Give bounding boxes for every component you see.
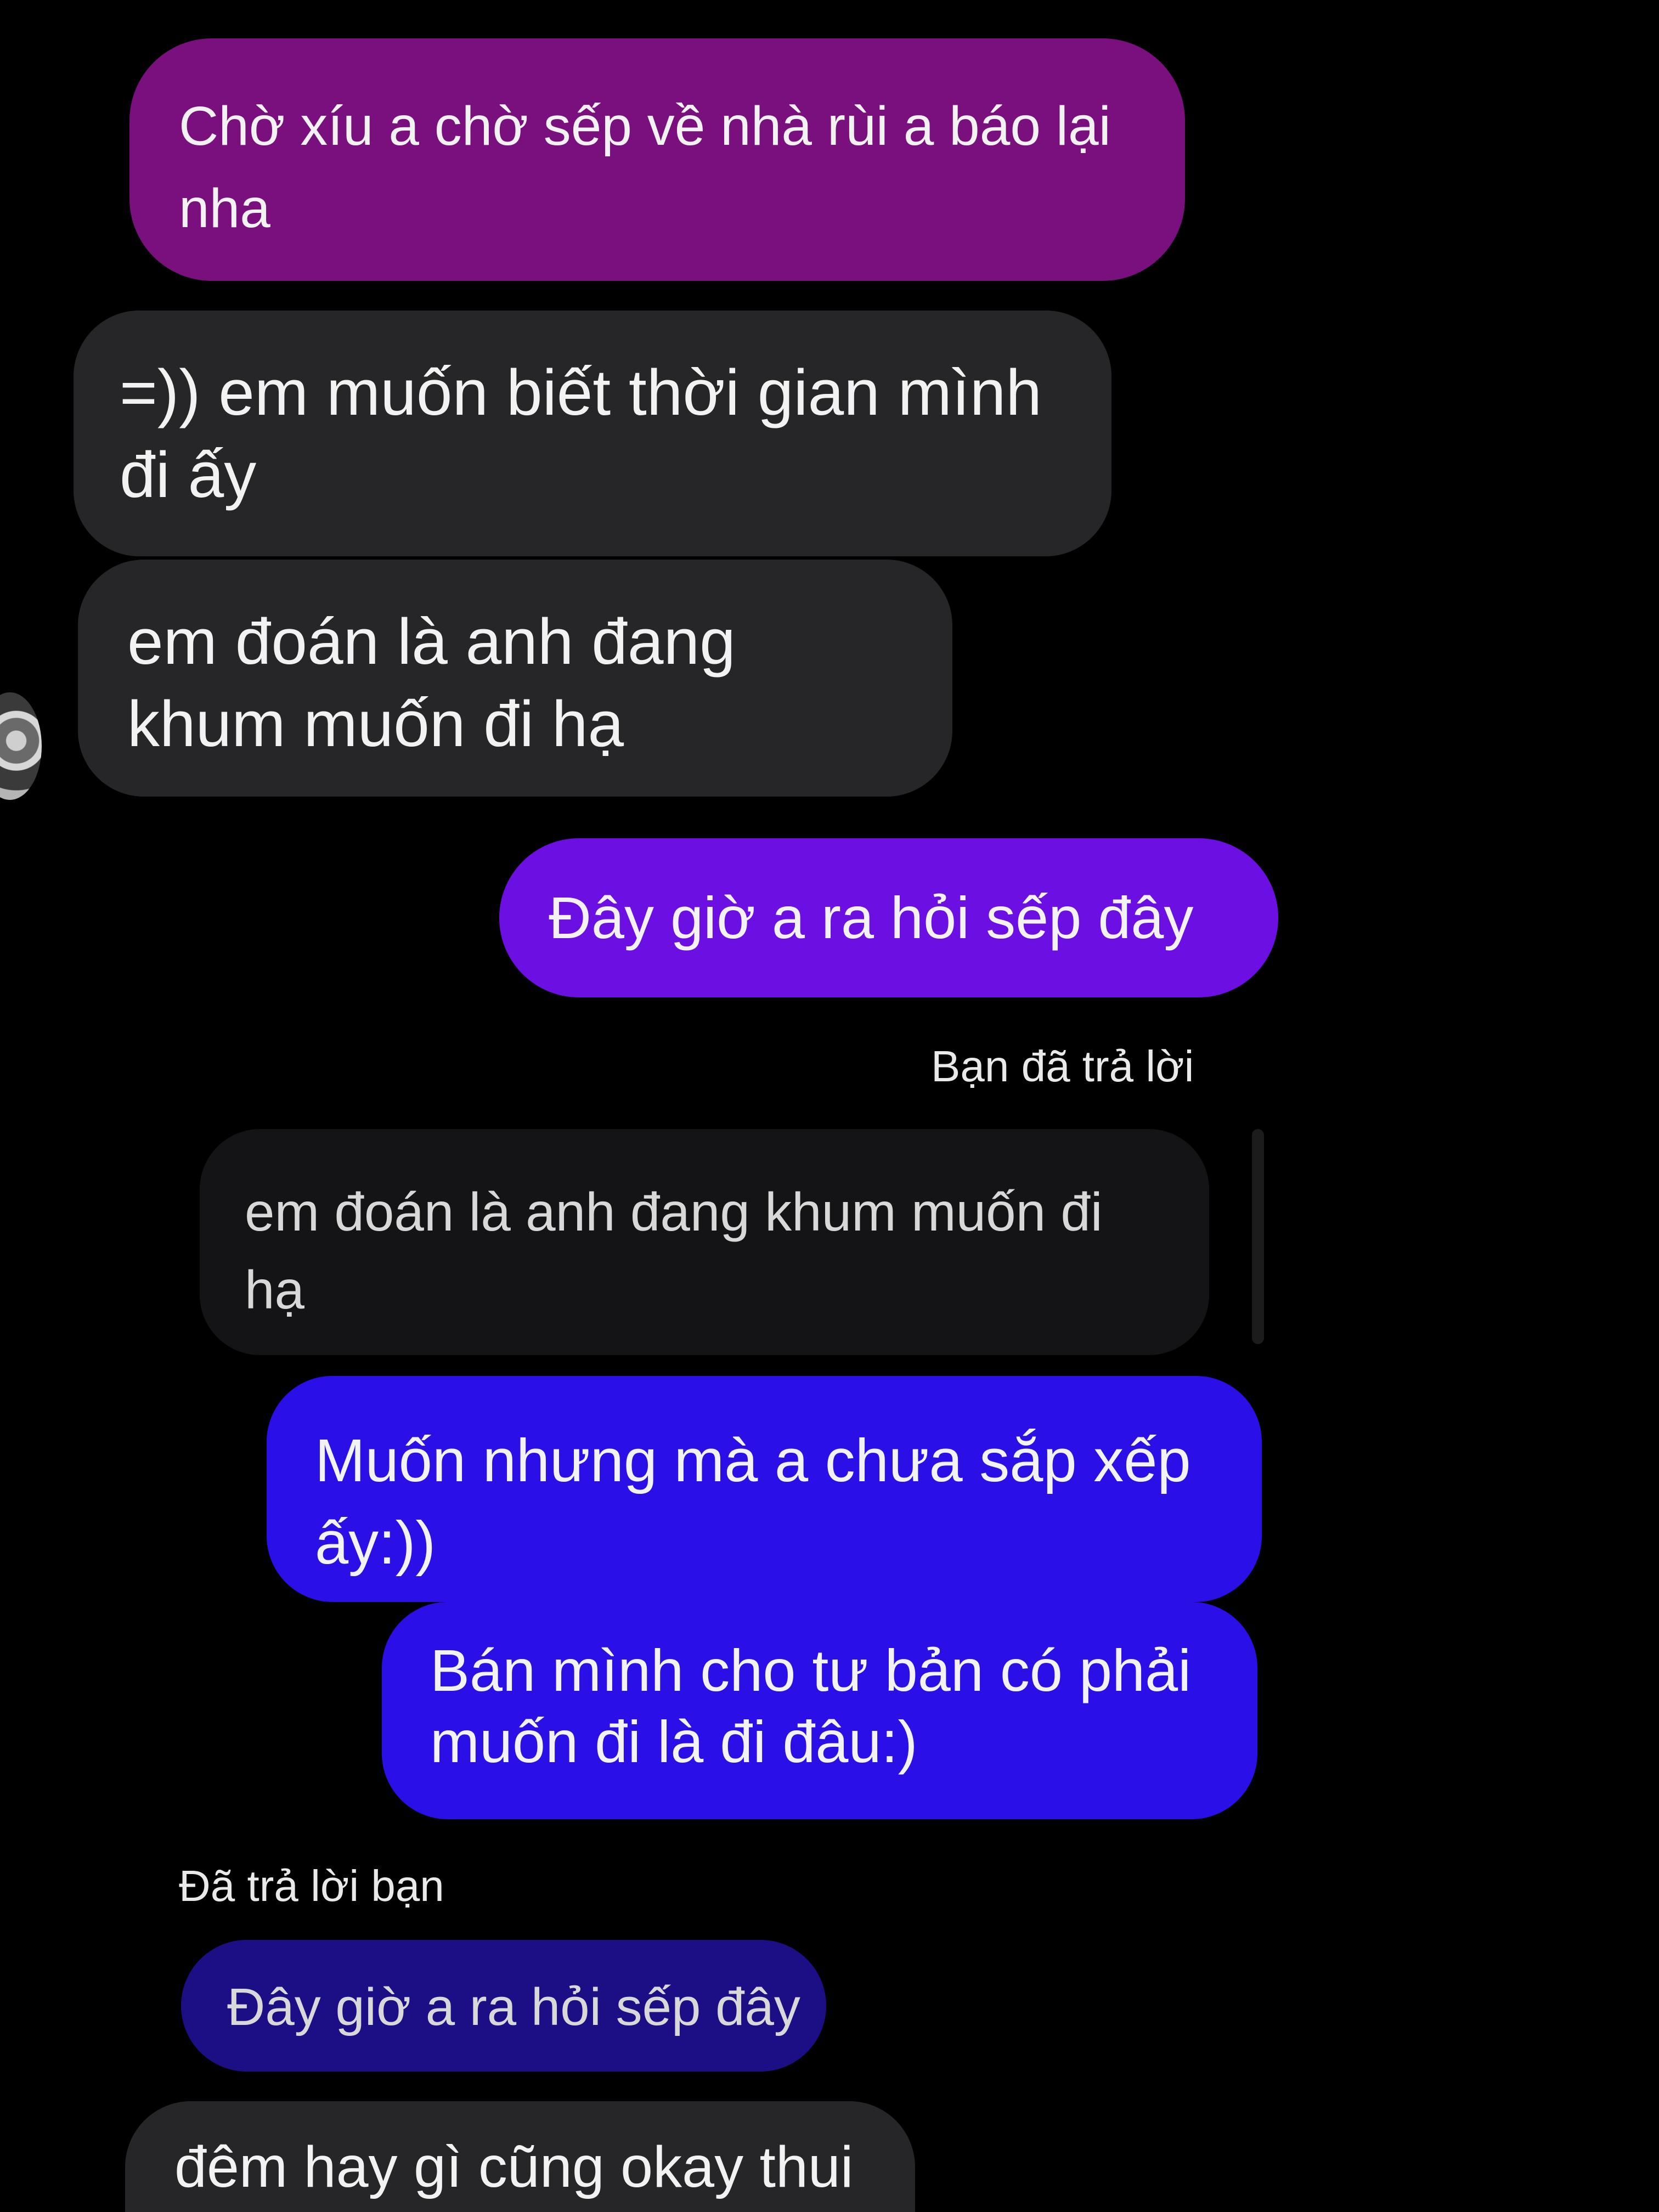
message-text: em đoán là anh đang khum muốn đi hạ [127,606,736,760]
message-bubble-outgoing[interactable]: Bán mình cho tư bản có phải muốn đi là đ… [382,1602,1257,1819]
message-bubble-outgoing[interactable]: Chờ xíu a chờ sếp về nhà rùi a báo lại n… [129,38,1185,281]
message-bubble-incoming[interactable]: =)) em muốn biết thời gian mình đi ấy [74,311,1111,556]
quoted-message-text: Đây giờ a ra hỏi sếp đây [227,1978,800,2036]
message-bubble-outgoing[interactable]: Muốn nhưng mà a chưa sắp xếp ấy:)) [267,1376,1262,1602]
message-bubble-incoming[interactable]: đêm hay gì cũng okay thui [125,2101,915,2212]
previous-message-fragment [0,0,1659,11]
message-text: Đây giờ a ra hỏi sếp đây [549,884,1194,951]
message-bubble-outgoing[interactable]: Đây giờ a ra hỏi sếp đây [499,838,1278,997]
message-bubble-incoming[interactable]: em đoán là anh đang khum muốn đi hạ [78,560,952,797]
message-text: Bán mình cho tư bản có phải muốn đi là đ… [430,1637,1192,1775]
message-text: Chờ xíu a chờ sếp về nhà rùi a báo lại n… [179,95,1111,239]
reply-label: Đã trả lời bạn [179,1861,444,1910]
quoted-message[interactable]: em đoán là anh đang khum muốn đi hạ [200,1129,1209,1355]
message-text: Muốn nhưng mà a chưa sắp xếp ấy:)) [315,1427,1191,1577]
message-text: =)) em muốn biết thời gian mình đi ấy [120,357,1042,511]
chat-thread: Chờ xíu a chờ sếp về nhà rùi a báo lại n… [0,0,1659,2212]
profile-avatar-icon[interactable] [0,692,42,800]
quoted-message[interactable]: Đây giờ a ra hỏi sếp đây [181,1940,826,2072]
quoted-message-text: em đoán là anh đang khum muốn đi hạ [245,1182,1103,1320]
message-text: đêm hay gì cũng okay thui [174,2135,854,2199]
quote-indicator-bar [1252,1129,1264,1344]
reply-label: Bạn đã trả lời [931,1042,1194,1091]
